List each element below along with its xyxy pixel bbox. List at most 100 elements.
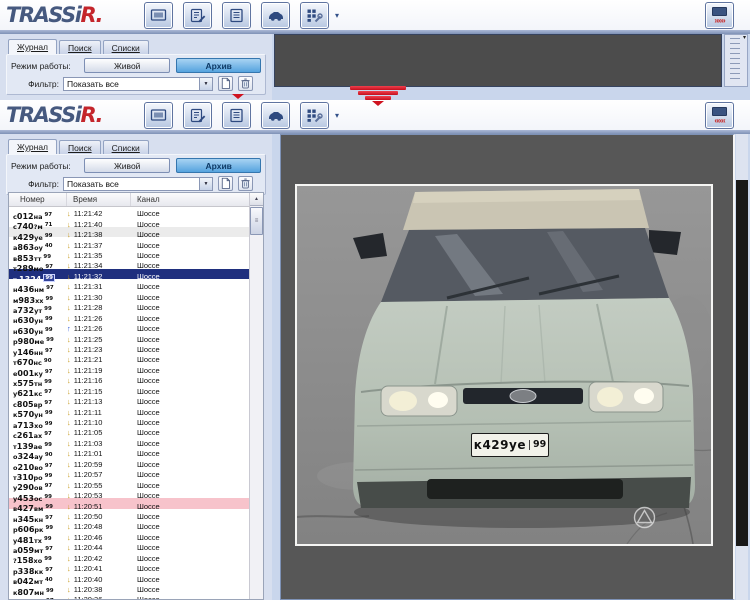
table-row[interactable]: с740?м71↓11:21:40Шоссе	[9, 216, 250, 226]
tab-journal[interactable]: Журнал	[8, 39, 57, 54]
clear-journal-button[interactable]	[238, 176, 253, 191]
left-panel: Журнал Поиск Списки Режим работы: Живой …	[0, 34, 272, 100]
table-row[interactable]: о210во97↓11:20:59Шоссе	[9, 457, 250, 467]
table-row[interactable]: н630ун99↑11:21:26Шоссе	[9, 321, 250, 331]
clear-journal-button[interactable]	[238, 76, 253, 91]
table-row[interactable]: у290ов97↓11:20:55Шоссе	[9, 477, 250, 487]
filter-combobox[interactable]: Показать все ▼	[63, 77, 213, 91]
toolbar-menu-caret-icon[interactable]: ▾	[335, 111, 339, 120]
channel-cell: Шоссе	[131, 586, 250, 594]
scroll-up-button[interactable]: ▲	[250, 193, 263, 206]
tab-search[interactable]: Поиск	[59, 140, 101, 154]
channel-cell: Шоссе	[131, 325, 250, 333]
table-row[interactable]: у621кс97↓11:21:15Шоссе	[9, 383, 250, 393]
table-row[interactable]: р338кк97↓11:20:41Шоссе	[9, 561, 250, 571]
collapsed-camera-strip[interactable]	[736, 134, 748, 600]
table-row[interactable]: с261ах97↓11:21:05Шоссе	[9, 425, 250, 435]
column-header-number[interactable]: Номер	[9, 193, 67, 206]
table-row[interactable]: о324ау90↓11:21:01Шоссе	[9, 446, 250, 456]
channel-cell: Шоссе	[131, 513, 250, 521]
table-row[interactable]: н630ун99↓11:21:26Шоссе	[9, 310, 250, 320]
table-row[interactable]: м983хх99↓11:21:30Шоссе	[9, 290, 250, 300]
direction-down-icon: ↓	[67, 471, 71, 479]
toolbar-journal-button[interactable]	[222, 102, 251, 129]
live-mode-button[interactable]: Живой	[84, 158, 170, 173]
table-row[interactable]: н436нм97↓11:21:31Шоссе	[9, 279, 250, 289]
column-header-time[interactable]: Время	[67, 193, 131, 206]
toolbar-display-button[interactable]	[144, 2, 173, 29]
table-row[interactable]: к429уе99↓11:21:38Шоссе	[9, 227, 250, 237]
time-cell: ↓11:21:26	[67, 315, 131, 323]
combo-caret-icon[interactable]: ▼	[199, 78, 212, 90]
table-row[interactable]: в427вм99↓11:20:51Шоссе	[9, 498, 250, 508]
collapsed-strip-dark	[736, 180, 748, 546]
live-mode-button[interactable]: Живой	[84, 58, 170, 73]
toolbar-edit-log-button[interactable]	[183, 102, 212, 129]
tab-journal[interactable]: Журнал	[8, 139, 57, 154]
table-row[interactable]: а713хо99↓11:21:10Шоссе	[9, 415, 250, 425]
toolbar-edit-log-button[interactable]	[183, 2, 212, 29]
table-row[interactable]: т289мо97↓11:21:34Шоссе	[9, 258, 250, 268]
table-row[interactable]: р980ме99↓11:21:25Шоссе	[9, 331, 250, 341]
table-row[interactable]: н345кн97↓11:20:50Шоссе	[9, 509, 250, 519]
table-row[interactable]: с012на97↓11:21:42Шоссе	[9, 206, 250, 216]
table-row[interactable]: а059мт97↓11:20:44Шоссе	[9, 540, 250, 550]
channel-cell: Шоссе	[131, 523, 250, 531]
channel-cell: Шоссе	[131, 377, 250, 385]
table-row[interactable]: у481тх99↓11:20:46Шоссе	[9, 530, 250, 540]
direction-down-icon: ↓	[67, 534, 71, 542]
combo-caret-icon[interactable]: ▼	[199, 178, 212, 190]
archive-mode-button[interactable]: Архив	[176, 158, 261, 173]
toolbar-menu-caret-icon[interactable]: ▾	[335, 11, 339, 20]
table-row[interactable]: т310ро99↓11:20:57Шоссе	[9, 467, 250, 477]
table-row[interactable]: у146нн97↓11:21:23Шоссе	[9, 342, 250, 352]
mode-filter-panel: Режим работы: Живой Архив Фильтр: Показа…	[6, 54, 266, 95]
splitter-marker-small[interactable]	[230, 94, 246, 99]
plate-region: 97	[46, 598, 54, 599]
time-cell: ↓11:20:53	[67, 492, 131, 500]
tab-lists[interactable]: Списки	[103, 40, 149, 54]
table-row[interactable]: а863оу40↓11:21:37Шоссе	[9, 237, 250, 247]
video-display[interactable]	[274, 34, 722, 87]
filter-combobox[interactable]: Показать все ▼	[63, 177, 213, 191]
time-cell: ↓11:20:46	[67, 534, 131, 542]
table-row[interactable]: к570ун99↓11:21:11Шоссе	[9, 404, 250, 414]
collapse-panel-button[interactable]: «««	[705, 102, 734, 129]
table-row[interactable]: т670нс90↓11:21:21Шоссе	[9, 352, 250, 362]
plates-table-body: с012на97↓11:21:42Шоссес740?м71↓11:21:40Ш…	[9, 206, 250, 599]
column-header-channel[interactable]: Канал	[131, 193, 250, 206]
table-row[interactable]: т139ае99↓11:21:03Шоссе	[9, 436, 250, 446]
direction-down-icon: ↓	[67, 429, 71, 437]
table-row[interactable]: у453ос99↓11:20:53Шоссе	[9, 488, 250, 498]
splitter-marker[interactable]	[350, 86, 406, 106]
table-row[interactable]: к807мн99↓11:20:38Шоссе	[9, 582, 250, 592]
table-row[interactable]: в042мт40↓11:20:40Шоссе	[9, 571, 250, 581]
table-row[interactable]: с805вр97↓11:21:13Шоссе	[9, 394, 250, 404]
channel-cell: Шоссе	[131, 419, 250, 427]
table-row[interactable]: ?158хо99↓11:20:42Шоссе	[9, 550, 250, 560]
table-row[interactable]: р606рк99↓11:20:48Шоссе	[9, 519, 250, 529]
table-row[interactable]: х575тн99↓11:21:16Шоссе	[9, 373, 250, 383]
archive-mode-button[interactable]: Архив	[176, 58, 261, 73]
toolbar-vehicle-button[interactable]	[261, 102, 290, 129]
table-row[interactable]: а732ут99↓11:21:28Шоссе	[9, 300, 250, 310]
table-row[interactable]: в853тт99↓11:21:35Шоссе	[9, 248, 250, 258]
export-report-button[interactable]	[218, 76, 233, 91]
time-cell: ↓11:20:44	[67, 544, 131, 552]
table-row[interactable]: т 132499↓11:21:32Шоссе	[9, 269, 250, 279]
toolbar-journal-button[interactable]	[222, 2, 251, 29]
export-report-button[interactable]	[218, 176, 233, 191]
timeline-ruler[interactable]: ▾	[724, 34, 748, 87]
toolbar-vehicle-button[interactable]	[261, 2, 290, 29]
toolbar-settings-grid-button[interactable]	[300, 2, 329, 29]
video-display[interactable]: к429уе 99	[280, 134, 735, 600]
toolbar-settings-grid-button[interactable]	[300, 102, 329, 129]
tab-lists[interactable]: Списки	[103, 140, 149, 154]
scroll-thumb[interactable]: ≡	[250, 207, 263, 235]
tab-search[interactable]: Поиск	[59, 40, 101, 54]
toolbar-display-button[interactable]	[144, 102, 173, 129]
channel-cell: Шоссе	[131, 471, 250, 479]
expand-panel-button[interactable]: »»»	[705, 2, 734, 29]
table-row[interactable]: е001ку97↓11:21:19Шоссе	[9, 363, 250, 373]
table-scrollbar[interactable]: ▲ ≡	[249, 193, 263, 599]
